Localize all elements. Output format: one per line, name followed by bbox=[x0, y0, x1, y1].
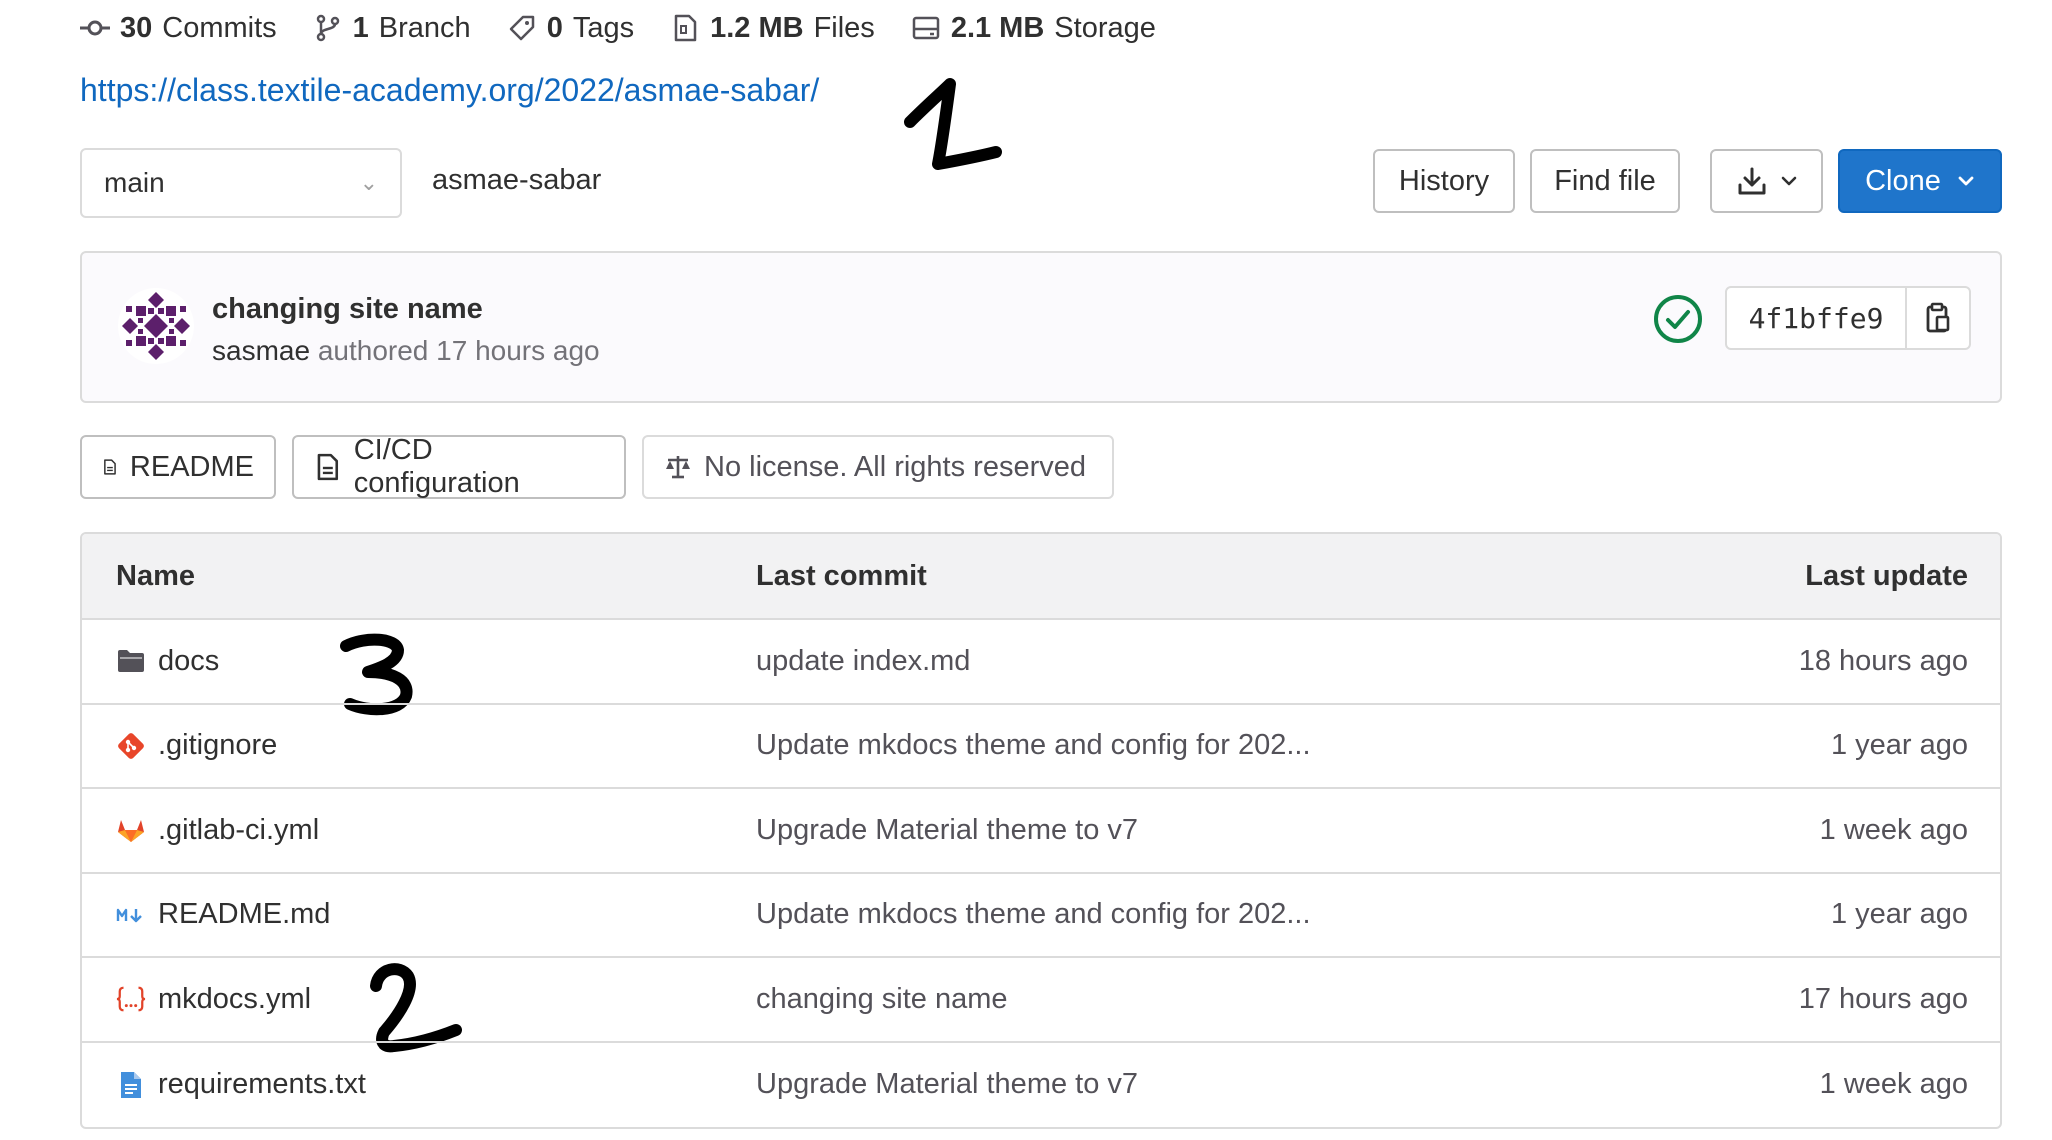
file-name: docs bbox=[158, 644, 220, 677]
storage-icon bbox=[912, 16, 940, 40]
file-name-cell[interactable]: docs bbox=[116, 645, 219, 678]
file-name: .gitlab-ci.yml bbox=[158, 813, 320, 846]
chevron-down-icon bbox=[1958, 176, 1974, 186]
scale-icon bbox=[666, 456, 690, 479]
header-last-update: Last update bbox=[1805, 559, 1968, 592]
branch-selector[interactable]: main ⌄ bbox=[80, 148, 402, 218]
commit-meta: sasmae authored 17 hours ago bbox=[212, 335, 600, 367]
file-updated-time: 1 week ago bbox=[1819, 813, 1968, 846]
commits-stat[interactable]: 30 Commits bbox=[80, 12, 277, 45]
file-name: .gitignore bbox=[158, 729, 278, 762]
branch-icon bbox=[316, 14, 339, 42]
cicd-config-link-button[interactable]: CI/CD configuration bbox=[292, 434, 626, 499]
commit-icon bbox=[80, 20, 110, 36]
last-commit-panel: changing site name sasmae authored 17 ho… bbox=[80, 251, 2002, 403]
history-button[interactable]: History bbox=[1373, 149, 1515, 213]
clone-button[interactable]: Clone bbox=[1838, 149, 2002, 213]
commit-sha[interactable]: 4f1bffe9 bbox=[1727, 288, 1907, 348]
file-name: README.md bbox=[158, 898, 331, 931]
commit-author-link[interactable]: sasmae bbox=[212, 335, 310, 366]
avatar[interactable] bbox=[118, 288, 194, 364]
readme-link-button[interactable]: README bbox=[80, 435, 276, 499]
find-file-button[interactable]: Find file bbox=[1530, 149, 1680, 213]
git-icon bbox=[116, 731, 146, 761]
project-url-link[interactable]: https://class.textile-academy.org/2022/a… bbox=[80, 72, 819, 109]
commits-count: 30 bbox=[120, 11, 153, 44]
file-tree-table: Name Last commit Last update docs update… bbox=[80, 532, 2002, 1129]
table-header: Name Last commit Last update bbox=[82, 534, 2000, 620]
table-row[interactable]: .gitignore Update mkdocs theme and confi… bbox=[82, 705, 2000, 789]
doc-icon bbox=[317, 453, 339, 481]
table-row[interactable]: README.md Update mkdocs theme and config… bbox=[82, 874, 2000, 958]
commit-authored-text: authored 17 hours ago bbox=[317, 335, 600, 366]
file-name-cell[interactable]: README.md bbox=[116, 898, 330, 931]
tags-count: 0 bbox=[546, 11, 563, 44]
markdown-icon bbox=[116, 900, 146, 930]
clipboard-icon bbox=[1926, 302, 1950, 333]
file-name-cell[interactable]: .gitignore bbox=[116, 729, 277, 762]
gitlab-icon bbox=[116, 815, 146, 845]
commits-label: Commits bbox=[162, 11, 277, 44]
file-updated-time: 1 year ago bbox=[1830, 898, 1968, 931]
files-stat[interactable]: 1.2 MB Files bbox=[670, 12, 875, 45]
file-commit-message[interactable]: changing site name bbox=[756, 983, 1008, 1016]
file-name-cell[interactable]: mkdocs.yml bbox=[116, 983, 311, 1016]
file-commit-message[interactable]: Update mkdocs theme and config for 202..… bbox=[756, 898, 1311, 931]
commit-sha-group: 4f1bffe9 bbox=[1725, 286, 1971, 350]
license-label: No license. All rights reserved bbox=[704, 450, 1086, 483]
branch-name: main bbox=[104, 167, 165, 198]
doc-icon bbox=[104, 459, 116, 475]
table-row[interactable]: .gitlab-ci.yml Upgrade Material theme to… bbox=[82, 789, 2000, 874]
file-name-cell[interactable]: .gitlab-ci.yml bbox=[116, 814, 319, 847]
file-commit-message[interactable]: Update mkdocs theme and config for 202..… bbox=[756, 729, 1311, 762]
files-label: Files bbox=[813, 11, 875, 44]
download-button[interactable] bbox=[1710, 149, 1823, 213]
file-commit-message[interactable]: Upgrade Material theme to v7 bbox=[756, 814, 1138, 847]
folder-icon bbox=[116, 646, 146, 676]
chevron-down-icon: ⌄ bbox=[359, 170, 378, 195]
tags-label: Tags bbox=[572, 11, 635, 44]
branches-stat[interactable]: 1 Branch bbox=[313, 12, 471, 45]
file-name: requirements.txt bbox=[158, 1068, 366, 1101]
license-info: No license. All rights reserved bbox=[642, 435, 1114, 499]
tag-icon bbox=[509, 15, 534, 41]
chevron-down-icon bbox=[1781, 176, 1796, 186]
table-row[interactable]: requirements.txt Upgrade Material theme … bbox=[82, 1043, 2000, 1128]
yaml-icon bbox=[116, 984, 146, 1014]
cicd-config-link-label: CI/CD configuration bbox=[353, 434, 520, 499]
repo-path-breadcrumb[interactable]: asmae-sabar bbox=[432, 164, 601, 197]
file-name-cell[interactable]: requirements.txt bbox=[116, 1068, 366, 1101]
project-stats: 30 Commits 1 Branch 0 Tags 1.2 MB Files … bbox=[80, 8, 1156, 48]
file-name: mkdocs.yml bbox=[158, 982, 312, 1015]
storage-size: 2.1 MB bbox=[950, 11, 1045, 44]
readme-link-label: README bbox=[129, 450, 254, 483]
text-file-icon bbox=[116, 1070, 146, 1100]
storage-label: Storage bbox=[1054, 11, 1156, 44]
file-updated-time: 18 hours ago bbox=[1798, 644, 1968, 677]
file-updated-time: 1 week ago bbox=[1819, 1068, 1968, 1101]
files-size: 1.2 MB bbox=[710, 11, 804, 44]
file-updated-time: 1 year ago bbox=[1830, 729, 1968, 762]
table-row[interactable]: mkdocs.yml changing site name 17 hours a… bbox=[82, 958, 2000, 1043]
table-row[interactable]: docs update index.md 18 hours ago bbox=[82, 620, 2000, 705]
header-name: Name bbox=[116, 559, 195, 592]
tags-stat[interactable]: 0 Tags bbox=[507, 12, 634, 45]
storage-stat[interactable]: 2.1 MB Storage bbox=[911, 12, 1156, 45]
clone-label: Clone bbox=[1865, 164, 1941, 197]
branches-count: 1 bbox=[352, 11, 369, 44]
pipeline-status-success-icon[interactable] bbox=[1652, 293, 1704, 345]
download-icon bbox=[1738, 167, 1765, 195]
header-last-commit: Last commit bbox=[756, 559, 927, 592]
commit-title-link[interactable]: changing site name bbox=[212, 293, 483, 326]
file-updated-time: 17 hours ago bbox=[1798, 982, 1968, 1015]
file-commit-message[interactable]: update index.md bbox=[756, 645, 970, 678]
branches-label: Branch bbox=[378, 11, 471, 44]
file-zip-icon bbox=[674, 14, 697, 42]
annotation-mark-1 bbox=[904, 78, 1002, 170]
copy-sha-button[interactable] bbox=[1907, 288, 1969, 348]
file-commit-message[interactable]: Upgrade Material theme to v7 bbox=[756, 1068, 1138, 1101]
